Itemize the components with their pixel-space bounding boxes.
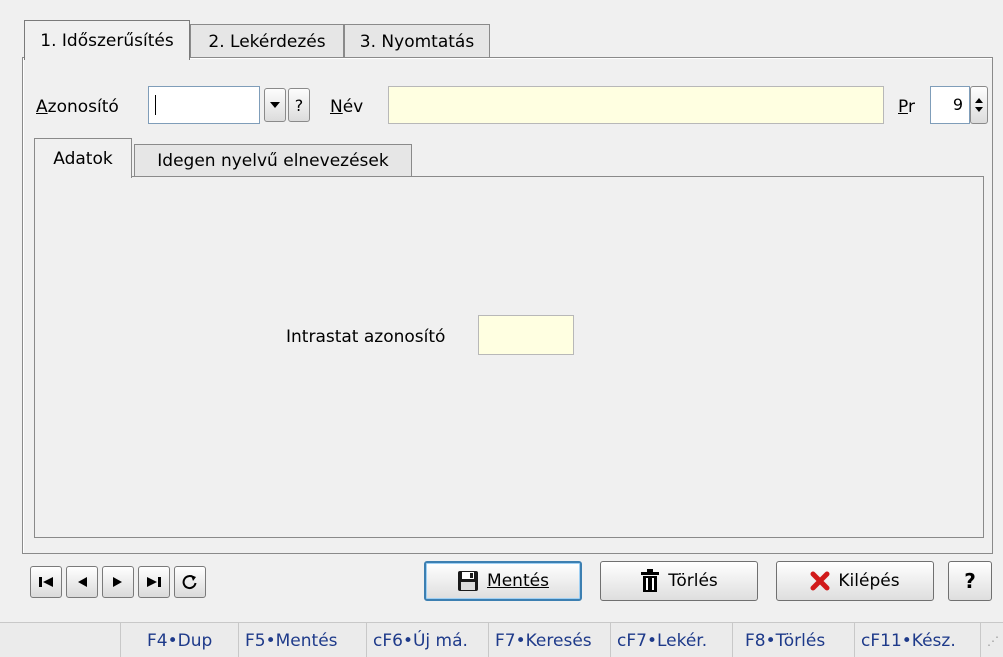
first-record-button[interactable] (30, 566, 62, 598)
intrastat-input[interactable] (478, 315, 574, 355)
first-icon (39, 577, 53, 587)
tab-lekerdezes[interactable]: 2. Lekérdezés (190, 24, 344, 58)
intrastat-label: Intrastat azonosító (286, 327, 446, 347)
delete-button[interactable]: Törlés (600, 561, 758, 601)
tab-nyomtatas[interactable]: 3. Nyomtatás (344, 24, 490, 58)
pr-spin-button[interactable] (970, 86, 988, 124)
spin-up-icon (975, 98, 983, 103)
next-record-button[interactable] (102, 566, 134, 598)
delete-label: Törlés (668, 571, 718, 591)
trash-icon (641, 569, 660, 592)
tab-idegen-nyelvu-elnevezesek[interactable]: Idegen nyelvű elnevezések (134, 144, 412, 176)
azonosito-dropdown-button[interactable] (264, 88, 286, 122)
status-bar: F4•Dup F5•Mentés cF6•Új má. F7•Keresés c… (0, 622, 1003, 657)
resize-grip-icon[interactable]: ⋰ (980, 623, 1003, 657)
previous-record-button[interactable] (66, 566, 98, 598)
exit-label: Kilépés (838, 571, 900, 591)
save-label: Mentés (487, 571, 549, 591)
pr-value: 9 (952, 95, 963, 114)
status-item-leker[interactable]: cF7•Lekér. (610, 623, 732, 657)
exit-button[interactable]: Kilépés (776, 561, 934, 601)
nev-input[interactable] (388, 86, 884, 124)
tab-idoszerusites[interactable]: 1. Időszerűsítés (24, 20, 190, 60)
pr-input[interactable]: 9 (930, 86, 970, 124)
close-icon (810, 571, 830, 591)
tab-label: 3. Nyomtatás (359, 31, 475, 52)
status-item-kesz[interactable]: cF11•Kész. (854, 623, 980, 657)
previous-icon (78, 577, 87, 587)
refresh-button[interactable] (174, 566, 206, 598)
azonosito-input[interactable] (148, 86, 260, 124)
pr-label: Pr (898, 97, 915, 117)
last-record-button[interactable] (138, 566, 170, 598)
floppy-disk-icon (458, 571, 479, 591)
refresh-icon (182, 575, 197, 590)
last-icon (147, 577, 161, 587)
tab-label: Idegen nyelvű elnevezések (157, 150, 389, 171)
chevron-down-icon (270, 102, 280, 108)
help-button[interactable]: ? (948, 561, 992, 601)
spin-down-icon (975, 107, 983, 112)
tab-label: Adatok (53, 148, 113, 169)
nev-label: Név (330, 97, 364, 117)
save-button[interactable]: Mentés (424, 561, 582, 601)
azonosito-help-button[interactable]: ? (288, 88, 310, 122)
next-icon (113, 577, 122, 587)
tab-label: 2. Lekérdezés (208, 31, 326, 52)
status-item-kereses[interactable]: F7•Keresés (488, 623, 610, 657)
tab-adatok[interactable]: Adatok (34, 138, 132, 178)
azonosito-label: Azonosító (36, 97, 119, 117)
status-item-mentes[interactable]: F5•Mentés (238, 623, 366, 657)
tab-label: 1. Időszerűsítés (40, 30, 174, 51)
status-item-uj[interactable]: cF6•Új má. (366, 623, 488, 657)
status-item-torles[interactable]: F8•Törlés (732, 623, 854, 657)
text-cursor (155, 95, 156, 115)
adatok-panel (34, 176, 984, 538)
status-item-dup[interactable]: F4•Dup (120, 623, 238, 657)
